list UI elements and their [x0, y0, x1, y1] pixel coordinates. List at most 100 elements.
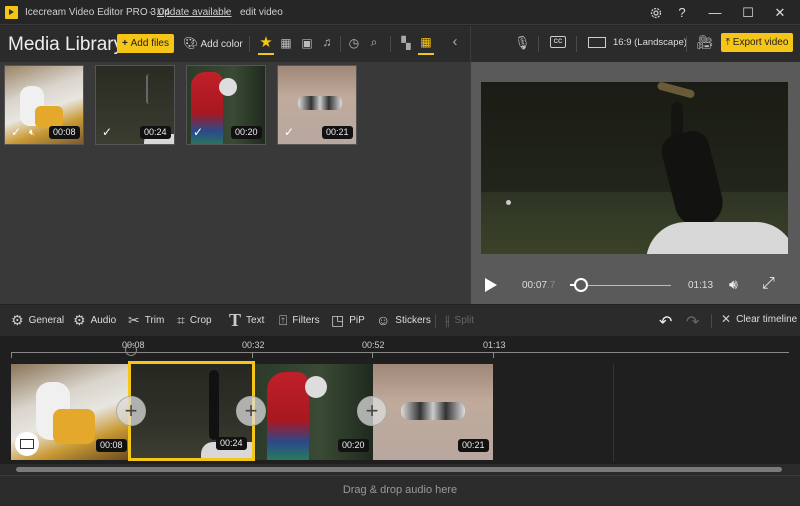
clear-timeline-button[interactable]: ✕ Clear timeline: [721, 312, 797, 326]
duration-badge: 00:21: [322, 126, 353, 139]
library-item[interactable]: ✓ 00:24: [95, 65, 175, 145]
playhead-handle[interactable]: [125, 344, 137, 356]
text-button[interactable]: T Text: [229, 310, 264, 331]
divider: [390, 36, 391, 52]
filter-all-star-icon[interactable]: ★: [258, 33, 274, 51]
audio-drop-zone[interactable]: Drag & drop audio here: [0, 475, 800, 506]
divider: [576, 36, 577, 52]
edit-toolbar: ⚙ General ⚙ Audio ✂ Trim ⌗ Crop T Text ⍐ Filte…: [0, 304, 800, 336]
filters-bottle-icon: ⍐: [279, 312, 288, 328]
pip-icon: ◳: [331, 312, 345, 328]
clip-thumbnail-detail: [305, 376, 327, 398]
add-transition-button[interactable]: +: [116, 396, 146, 426]
library-item[interactable]: ✓ 🔇︎ 00:08: [4, 65, 84, 145]
rock: [646, 222, 788, 254]
clear-timeline-label: Clear timeline: [736, 313, 798, 325]
update-available-link[interactable]: Update available: [157, 7, 232, 18]
play-button[interactable]: [485, 278, 497, 292]
fullscreen-expand-icon[interactable]: ⤢: [762, 275, 775, 293]
ruler-tick: [252, 352, 253, 358]
filters-label: Filters: [292, 315, 320, 326]
close-button[interactable]: ✕: [765, 0, 795, 25]
search-icon[interactable]: ⌕: [367, 35, 381, 50]
export-video-label: Export video: [732, 37, 789, 48]
large-grid-icon[interactable]: ▚: [399, 36, 413, 50]
active-view-underline: [418, 53, 434, 55]
title-separator-2: -: [225, 7, 229, 18]
timeline-scrollbar-thumb[interactable]: [16, 467, 782, 472]
current-time-fraction: .7: [547, 280, 556, 291]
transition-icon: [20, 439, 34, 449]
trim-label: Trim: [144, 315, 165, 326]
pip-button[interactable]: ◳ PiP: [331, 312, 365, 329]
ruler-tick: [493, 352, 494, 358]
filter-music-icon[interactable]: ♫: [320, 35, 334, 49]
crop-label: Crop: [189, 315, 212, 326]
help-button[interactable]: ?: [667, 0, 697, 25]
clip-duration-badge: 00:24: [216, 437, 247, 450]
timeline-clip[interactable]: 00:20: [255, 364, 373, 460]
app-logo-icon: [5, 6, 18, 19]
audio-button[interactable]: ⚙ Audio: [73, 312, 116, 329]
timeline-clip[interactable]: 00:08: [11, 364, 129, 460]
aspect-ratio-select[interactable]: 16:9 (Landscape): [613, 37, 687, 48]
add-color-label: Add color: [200, 39, 243, 50]
timeline-scrollbar-track[interactable]: [0, 464, 800, 475]
stickers-label: Stickers: [395, 314, 431, 326]
minimize-button[interactable]: —: [700, 0, 730, 25]
collapse-chevron-left-icon[interactable]: ‹: [449, 33, 461, 50]
maximize-button[interactable]: ☐: [733, 0, 763, 25]
close-x-icon: ✕: [721, 312, 732, 326]
crop-button[interactable]: ⌗ Crop: [177, 312, 212, 329]
divider: [711, 314, 712, 328]
split-button[interactable]: ⫲ Split: [445, 312, 474, 329]
text-t-icon: T: [229, 310, 242, 330]
checked-icon: ✓: [102, 125, 113, 139]
small-grid-icon[interactable]: ▦: [419, 35, 433, 49]
duration-badge: 00:08: [49, 126, 80, 139]
microphone-icon[interactable]: 🎙︎: [514, 35, 531, 51]
transition-button[interactable]: [15, 432, 39, 456]
divider: [249, 36, 250, 52]
recent-icon[interactable]: ◷: [347, 36, 361, 50]
add-transition-button[interactable]: +: [236, 396, 266, 426]
add-files-button[interactable]: + Add files: [117, 34, 174, 53]
library-item[interactable]: ✓ 00:21: [277, 65, 357, 145]
divider: [435, 314, 436, 328]
text-label: Text: [246, 315, 265, 326]
active-filter-underline: [258, 53, 274, 55]
muted-icon: 🔇︎: [29, 127, 35, 137]
filter-video-icon[interactable]: ▦: [279, 36, 293, 50]
stickers-button[interactable]: ☺ Stickers: [376, 312, 431, 328]
project-name: edit video: [240, 7, 283, 18]
trim-button[interactable]: ✂ Trim: [128, 312, 164, 329]
export-video-button[interactable]: ⤒ Export video: [721, 33, 793, 52]
aspect-ratio-icon[interactable]: [588, 37, 606, 48]
checked-icon: ✓: [284, 125, 295, 139]
video-detail: [506, 200, 511, 205]
preview-toolbar: 🎙︎ CC 16:9 (Landscape) 🎥︎ ⤒ Export video: [470, 26, 800, 62]
checked-icon: ✓: [193, 125, 204, 139]
camera-icon[interactable]: 🎥︎: [696, 34, 714, 51]
redo-button[interactable]: ↷: [686, 312, 699, 332]
volume-icon[interactable]: 🔊︎: [729, 276, 738, 293]
add-transition-button[interactable]: +: [357, 396, 387, 426]
timeline-clip[interactable]: 00:21: [373, 364, 493, 460]
checked-icon: ✓: [11, 125, 22, 139]
subtitles-cc-icon[interactable]: CC: [550, 36, 566, 48]
filters-button[interactable]: ⍐ Filters: [279, 312, 320, 329]
filter-image-icon[interactable]: ▣: [300, 36, 314, 50]
plus-icon: +: [124, 398, 138, 423]
palette-icon: 🎨︎: [183, 36, 199, 50]
general-button[interactable]: ⚙ General: [11, 312, 64, 329]
undo-button[interactable]: ↶: [659, 312, 672, 332]
clip-duration-badge: 00:21: [458, 439, 489, 452]
seek-handle[interactable]: [573, 278, 588, 292]
audio-gear-icon: ⚙: [73, 312, 86, 328]
library-item[interactable]: ✓ 00:20: [186, 65, 266, 145]
add-color-button[interactable]: 🎨︎ Add color: [183, 36, 243, 50]
thumbnail-image-detail: [219, 78, 237, 96]
plus-icon: +: [244, 398, 258, 423]
video-frame[interactable]: [481, 82, 788, 254]
clip-thumbnail: [401, 402, 465, 420]
